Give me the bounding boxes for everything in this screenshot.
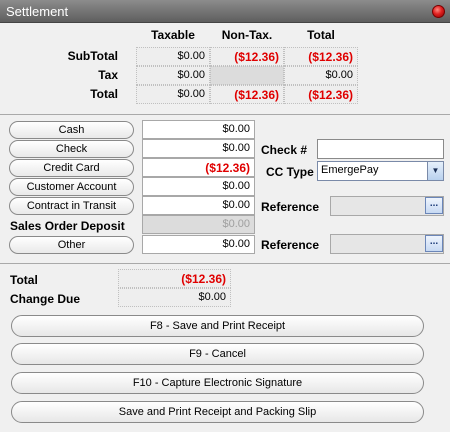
cc-type-select[interactable]: EmergePay ▼ bbox=[317, 161, 444, 181]
credit-card-button[interactable]: Credit Card bbox=[9, 159, 134, 177]
row-label-subtotal: SubTotal bbox=[67, 49, 118, 63]
check-amount[interactable]: $0.00 bbox=[142, 139, 255, 158]
check-number-field[interactable] bbox=[317, 139, 444, 159]
total-taxable: $0.00 bbox=[136, 85, 210, 104]
total-value: ($12.36) bbox=[118, 269, 231, 288]
total-total: ($12.36) bbox=[284, 85, 358, 104]
browse-reference-1-button[interactable]: ... bbox=[425, 197, 443, 214]
chevron-down-icon[interactable]: ▼ bbox=[427, 162, 443, 180]
close-icon[interactable] bbox=[432, 5, 445, 18]
check-number-label: Check # bbox=[261, 143, 308, 157]
totals-panel: Total ($12.36) Change Due $0.00 bbox=[0, 264, 450, 309]
column-header-nontax: Non-Tax. bbox=[221, 28, 273, 42]
cc-type-value: EmergePay bbox=[321, 164, 379, 176]
other-button[interactable]: Other bbox=[9, 236, 134, 254]
tax-taxable: $0.00 bbox=[136, 66, 210, 85]
sales-order-deposit-label: Sales Order Deposit bbox=[10, 219, 125, 233]
column-header-total: Total bbox=[307, 28, 335, 42]
change-due-value: $0.00 bbox=[118, 288, 231, 307]
row-label-tax: Tax bbox=[98, 68, 118, 82]
credit-card-amount[interactable]: ($12.36) bbox=[142, 158, 255, 177]
total-nontax: ($12.36) bbox=[210, 85, 284, 104]
check-button[interactable]: Check bbox=[9, 140, 134, 158]
contract-in-transit-button[interactable]: Contract in Transit bbox=[9, 197, 134, 215]
subtotal-total: ($12.36) bbox=[284, 47, 358, 66]
summary-panel: Taxable Non-Tax. Total SubTotal Tax Tota… bbox=[0, 23, 450, 114]
contract-in-transit-amount[interactable]: $0.00 bbox=[142, 196, 255, 215]
total-label: Total bbox=[10, 273, 38, 287]
tax-nontax bbox=[210, 66, 284, 85]
cash-amount[interactable]: $0.00 bbox=[142, 120, 255, 139]
payments-panel: Cash $0.00 Check $0.00 Credit Card ($12.… bbox=[0, 115, 450, 261]
cancel-button[interactable]: F9 - Cancel bbox=[11, 343, 424, 365]
sales-order-deposit-amount: $0.00 bbox=[142, 215, 255, 234]
change-due-label: Change Due bbox=[10, 292, 81, 306]
cash-button[interactable]: Cash bbox=[9, 121, 134, 139]
reference-label-1: Reference bbox=[261, 200, 320, 214]
column-header-taxable: Taxable bbox=[151, 28, 195, 42]
save-print-receipt-button[interactable]: F8 - Save and Print Receipt bbox=[11, 315, 424, 337]
capture-signature-button[interactable]: F10 - Capture Electronic Signature bbox=[11, 372, 424, 394]
window-title: Settlement bbox=[6, 4, 69, 19]
title-bar: Settlement bbox=[0, 0, 450, 23]
subtotal-taxable: $0.00 bbox=[136, 47, 210, 66]
customer-account-amount[interactable]: $0.00 bbox=[142, 177, 255, 196]
browse-reference-2-button[interactable]: ... bbox=[425, 235, 443, 252]
subtotal-nontax: ($12.36) bbox=[210, 47, 284, 66]
row-label-total: Total bbox=[90, 87, 118, 101]
cc-type-label: CC Type bbox=[266, 165, 314, 179]
customer-account-button[interactable]: Customer Account bbox=[9, 178, 134, 196]
reference-label-2: Reference bbox=[261, 238, 320, 252]
other-amount[interactable]: $0.00 bbox=[142, 235, 255, 254]
tax-total: $0.00 bbox=[284, 66, 358, 85]
save-print-packing-slip-button[interactable]: Save and Print Receipt and Packing Slip bbox=[11, 401, 424, 423]
